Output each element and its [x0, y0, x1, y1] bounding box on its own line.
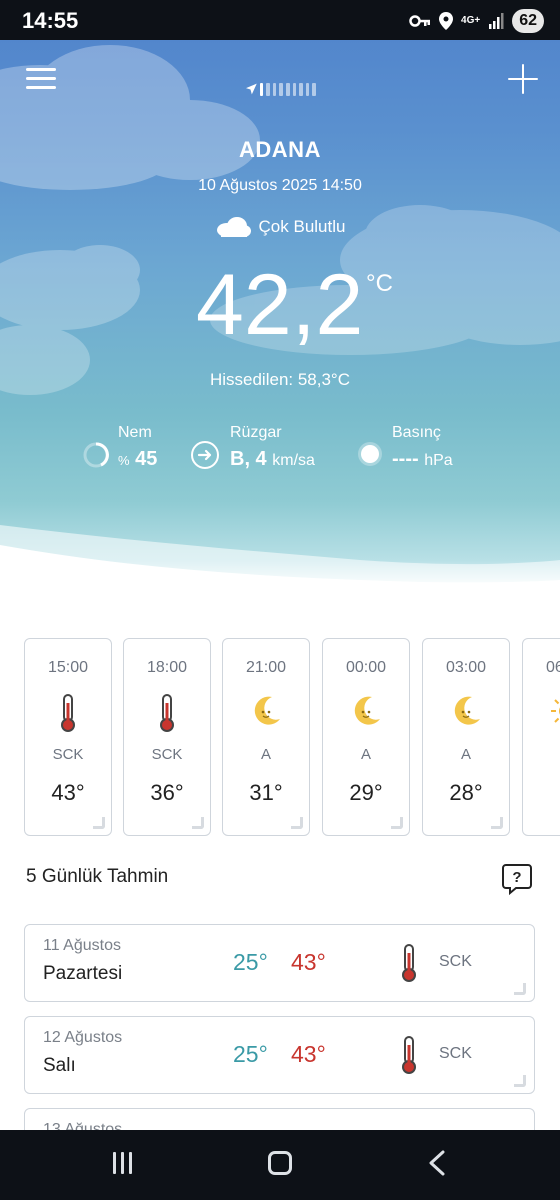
moon-icon	[454, 696, 480, 725]
forecast-date: 11 Ağustos	[43, 937, 121, 954]
hourly-card[interactable]: 03:00 A 28°	[422, 638, 510, 836]
forecast-date: 12 Ağustos	[43, 1029, 123, 1046]
forecast-section-title: 5 Günlük Tahmin	[26, 866, 169, 887]
thermometer-icon	[160, 694, 174, 732]
hour-time: 15:00	[47, 659, 89, 676]
weather-app: 14:55 4G+ 62 ADANA 10 Ağustos 2025 14:50…	[0, 0, 560, 1200]
forecast-high-temp: 43°	[291, 949, 326, 975]
forecast-high-temp: 43°	[291, 1041, 326, 1067]
forecast-day-card[interactable]: 11 Ağustos Pazartesi 25° 43° SCK	[24, 924, 535, 1002]
navigation-arrow-icon	[246, 83, 257, 95]
signal-icon	[489, 13, 504, 29]
city-name: ADANA	[239, 137, 321, 162]
hourly-card[interactable]: 18:00 SCK 36°	[123, 638, 211, 836]
wind-label: Rüzgar	[230, 424, 282, 441]
forecast-weekday: Salı	[43, 1055, 76, 1076]
status-icons: 4G+ 62	[409, 8, 544, 34]
humidity-value: 45	[135, 448, 158, 470]
help-icon[interactable]: ?	[500, 862, 534, 896]
wind-direction-icon	[191, 441, 219, 469]
location-page-indicator	[246, 82, 316, 96]
forecast-condition: SCK	[439, 1045, 472, 1062]
forecast-low-temp: 25°	[233, 949, 268, 975]
status-time: 14:55	[22, 8, 79, 33]
thermometer-icon	[402, 944, 416, 982]
hour-condition: SCK	[151, 746, 183, 763]
hour-time: 00:00	[345, 659, 387, 676]
hourly-card[interactable]: 06:00 2	[522, 638, 560, 836]
hour-temperature: 31°	[249, 780, 283, 805]
sun-icon	[551, 699, 560, 723]
hourly-card[interactable]: 00:00 A 29°	[322, 638, 410, 836]
current-temperature: 42,2	[196, 257, 364, 353]
humidity-label: Nem	[118, 424, 152, 441]
hour-temperature: 29°	[349, 780, 383, 805]
pressure-icon	[358, 442, 382, 466]
weather-condition: Çok Bulutlu	[0, 216, 560, 238]
pressure-unit: hPa	[424, 452, 453, 469]
wind-unit: km/sa	[272, 452, 315, 469]
hour-time: 18:00	[146, 659, 188, 676]
hourly-card[interactable]: 15:00 SCK 43°	[24, 638, 112, 836]
forecast-weekday: Pazartesi	[43, 963, 123, 984]
temperature-unit: °C	[366, 270, 393, 297]
pressure-metric: Basınç ---- hPa	[392, 424, 453, 471]
pressure-label: Basınç	[392, 424, 441, 441]
hour-time: 21:00	[245, 659, 287, 676]
hour-condition: A	[360, 746, 371, 763]
thermometer-icon	[402, 1036, 416, 1074]
observation-datetime: 10 Ağustos 2025 14:50	[198, 177, 362, 194]
humidity-metric: Nem % 45	[118, 424, 157, 471]
back-icon[interactable]	[428, 1150, 446, 1176]
cloud-icon	[216, 217, 251, 237]
pressure-value: ----	[392, 448, 419, 470]
battery-indicator: 62	[512, 9, 544, 33]
hour-condition: A	[260, 746, 271, 763]
wind-metric: Rüzgar B, 4 km/sa	[230, 424, 315, 471]
wind-value: B, 4	[230, 448, 267, 470]
forecast-day-card[interactable]: 12 Ağustos Salı 25° 43° SCK	[24, 1016, 535, 1094]
hour-time: 06:00	[545, 659, 560, 676]
status-bar: 14:55 4G+ 62	[0, 0, 560, 40]
hourly-card[interactable]: 21:00 A 31°	[222, 638, 310, 836]
hour-temperature: 36°	[150, 780, 184, 805]
forecast-condition: SCK	[439, 953, 472, 970]
hour-temperature: 43°	[51, 780, 85, 805]
hourly-forecast[interactable]: 15:00 SCK 43° 18:00 SCK 36° 21:00 A 31° …	[24, 638, 560, 836]
forecast-low-temp: 25°	[233, 1041, 268, 1067]
humidity-ring-icon	[83, 442, 109, 468]
feels-like: Hissedilen: 58,3°C	[209, 370, 351, 389]
hour-condition: SCK	[52, 746, 84, 763]
location-icon	[439, 12, 454, 30]
hour-condition: A	[460, 746, 471, 763]
moon-icon	[254, 696, 280, 725]
recent-apps-icon[interactable]	[113, 1152, 135, 1174]
network-type: 4G+	[461, 15, 481, 26]
key-icon	[409, 15, 431, 27]
add-location-button[interactable]	[506, 62, 540, 96]
thermometer-icon	[61, 694, 75, 732]
menu-icon[interactable]	[26, 68, 56, 92]
home-icon[interactable]	[268, 1151, 292, 1175]
hour-temperature: 28°	[449, 780, 483, 805]
condition-label: Çok Bulutlu	[258, 217, 346, 236]
svg-text:?: ?	[512, 869, 521, 886]
humidity-prefix: %	[118, 453, 130, 468]
hour-time: 03:00	[445, 659, 487, 676]
current-weather-hero: 14:55 4G+ 62 ADANA 10 Ağustos 2025 14:50…	[0, 0, 560, 590]
hour-temperature: 2	[523, 780, 560, 806]
moon-icon	[354, 696, 380, 725]
